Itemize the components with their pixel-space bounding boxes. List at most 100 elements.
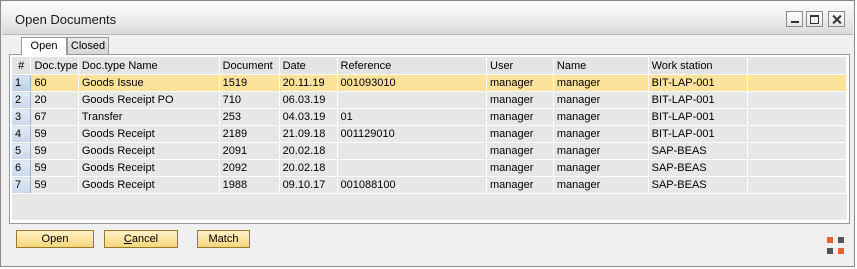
cell-row-number[interactable]: 2 — [12, 91, 32, 109]
match-button[interactable]: Match — [197, 230, 250, 248]
table-header-row: # Doc.type Doc.type Name Document Date R… — [12, 57, 847, 75]
cell-work-station[interactable]: BIT-LAP-001 — [648, 74, 749, 92]
cell-user[interactable]: manager — [486, 108, 554, 126]
cell-user[interactable]: manager — [486, 176, 554, 194]
cell-reference[interactable] — [337, 159, 487, 177]
cell-reference[interactable] — [337, 91, 487, 109]
cell-work-station[interactable]: BIT-LAP-001 — [648, 108, 749, 126]
cell-row-number[interactable]: 3 — [12, 108, 32, 126]
column-header-work-station[interactable]: Work station — [648, 57, 749, 75]
table-row[interactable]: 5 59 Goods Receipt 2091 20.02.18 manager manag… — [12, 142, 847, 160]
cell-doc-type-name[interactable]: Goods Issue — [78, 74, 220, 92]
cell-doc-type-name[interactable]: Goods Receipt — [78, 159, 220, 177]
cell-doc-type[interactable]: 59 — [30, 176, 79, 194]
cell-doc-type-name[interactable]: Goods Receipt — [78, 176, 220, 194]
cell-date[interactable]: 21.09.18 — [279, 125, 338, 143]
cell-user[interactable]: manager — [486, 74, 554, 92]
column-header-doc-type[interactable]: Doc.type — [30, 57, 79, 75]
cell-date[interactable]: 06.03.19 — [279, 91, 338, 109]
cell-document-number[interactable]: 710 — [219, 91, 280, 109]
form-settings-icon[interactable] — [827, 237, 844, 254]
column-header-filler — [747, 57, 847, 75]
cell-user[interactable]: manager — [486, 142, 554, 160]
cell-reference[interactable]: 01 — [337, 108, 487, 126]
cell-document-number[interactable]: 2189 — [219, 125, 280, 143]
cell-date[interactable]: 20.02.18 — [279, 142, 338, 160]
cell-name[interactable]: manager — [553, 91, 649, 109]
cell-user[interactable]: manager — [486, 91, 554, 109]
table-row[interactable]: 3 67 Transfer 253 04.03.19 01 manager manager BI… — [12, 108, 847, 126]
cell-document-number[interactable]: 2091 — [219, 142, 280, 160]
close-icon[interactable] — [828, 11, 845, 27]
cell-user[interactable]: manager — [486, 125, 554, 143]
cell-doc-type[interactable]: 59 — [30, 125, 79, 143]
cell-row-number[interactable]: 1 — [12, 74, 32, 92]
cell-reference[interactable]: 001129010 — [337, 125, 487, 143]
cell-filler — [747, 142, 847, 160]
table-row[interactable]: 7 59 Goods Receipt 1988 09.10.17 001088100 man… — [12, 176, 847, 194]
column-header-document[interactable]: Document — [219, 57, 280, 75]
maximize-icon[interactable] — [806, 11, 823, 27]
cell-reference[interactable]: 001088100 — [337, 176, 487, 194]
cell-doc-type[interactable]: 60 — [30, 74, 79, 92]
cell-doc-type[interactable]: 20 — [30, 91, 79, 109]
cell-row-number[interactable]: 7 — [12, 176, 32, 194]
cell-row-number[interactable]: 6 — [12, 159, 32, 177]
cell-doc-type-name[interactable]: Transfer — [78, 108, 220, 126]
table-row[interactable]: 6 59 Goods Receipt 2092 20.02.18 manager manag… — [12, 159, 847, 177]
cell-date[interactable]: 09.10.17 — [279, 176, 338, 194]
cell-name[interactable]: manager — [553, 176, 649, 194]
cell-doc-type-name[interactable]: Goods Receipt — [78, 142, 220, 160]
cell-name[interactable]: manager — [553, 142, 649, 160]
cell-doc-type[interactable]: 59 — [30, 159, 79, 177]
documents-table: # Doc.type Doc.type Name Document Date R… — [12, 57, 847, 194]
cell-filler — [747, 91, 847, 109]
cell-document-number[interactable]: 253 — [219, 108, 280, 126]
cell-work-station[interactable]: SAP-BEAS — [648, 142, 749, 160]
cell-name[interactable]: manager — [553, 74, 649, 92]
cell-filler — [747, 125, 847, 143]
cell-filler — [747, 74, 847, 92]
tab-open[interactable]: Open — [21, 37, 67, 55]
open-documents-window: Open Documents Open Closed # Doc.type Do… — [0, 0, 855, 267]
cancel-button[interactable]: Cancel — [104, 230, 178, 248]
cell-date[interactable]: 04.03.19 — [279, 108, 338, 126]
table-row[interactable]: 1 60 Goods Issue 1519 20.11.19 001093010 manag… — [12, 74, 847, 92]
cell-date[interactable]: 20.11.19 — [279, 74, 338, 92]
cell-document-number[interactable]: 1988 — [219, 176, 280, 194]
cell-document-number[interactable]: 2092 — [219, 159, 280, 177]
cell-date[interactable]: 20.02.18 — [279, 159, 338, 177]
cell-name[interactable]: manager — [553, 159, 649, 177]
cell-work-station[interactable]: BIT-LAP-001 — [648, 125, 749, 143]
column-header-doc-type-name[interactable]: Doc.type Name — [78, 57, 220, 75]
cell-doc-type-name[interactable]: Goods Receipt PO — [78, 91, 220, 109]
cell-name[interactable]: manager — [553, 125, 649, 143]
cell-doc-type-name[interactable]: Goods Receipt — [78, 125, 220, 143]
cell-reference[interactable] — [337, 142, 487, 160]
cell-document-number[interactable]: 1519 — [219, 74, 280, 92]
cell-work-station[interactable]: BIT-LAP-001 — [648, 91, 749, 109]
title-bar[interactable]: Open Documents — [2, 2, 853, 35]
cell-name[interactable]: manager — [553, 108, 649, 126]
column-header-rownum[interactable]: # — [12, 57, 32, 75]
cell-doc-type[interactable]: 59 — [30, 142, 79, 160]
table-row[interactable]: 2 20 Goods Receipt PO 710 06.03.19 manager man… — [12, 91, 847, 109]
cell-filler — [747, 176, 847, 194]
column-header-user[interactable]: User — [486, 57, 554, 75]
cell-work-station[interactable]: SAP-BEAS — [648, 159, 749, 177]
cell-row-number[interactable]: 5 — [12, 142, 32, 160]
open-button[interactable]: Open — [16, 230, 94, 248]
cell-user[interactable]: manager — [486, 159, 554, 177]
column-header-reference[interactable]: Reference — [337, 57, 487, 75]
cancel-mnemonic: C — [123, 233, 132, 245]
cell-reference[interactable]: 001093010 — [337, 74, 487, 92]
cell-filler — [747, 108, 847, 126]
column-header-date[interactable]: Date — [279, 57, 338, 75]
table-row[interactable]: 4 59 Goods Receipt 2189 21.09.18 001129010 man… — [12, 125, 847, 143]
minimize-icon[interactable] — [786, 11, 803, 27]
column-header-name[interactable]: Name — [553, 57, 649, 75]
cell-work-station[interactable]: SAP-BEAS — [648, 176, 749, 194]
cell-doc-type[interactable]: 67 — [30, 108, 79, 126]
cell-row-number[interactable]: 4 — [12, 125, 32, 143]
tab-closed[interactable]: Closed — [67, 37, 109, 54]
